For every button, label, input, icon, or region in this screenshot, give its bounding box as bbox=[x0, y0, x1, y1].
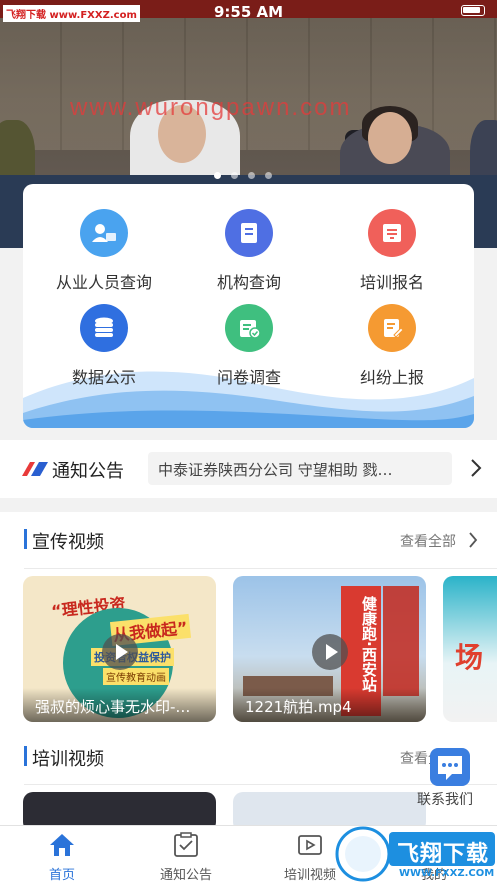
menu-training-signup[interactable]: 培训报名 bbox=[317, 209, 467, 293]
poster-text: 场 bbox=[455, 641, 484, 674]
home-icon bbox=[50, 834, 74, 856]
source-badge: 飞翔下载 www.FXXZ.com bbox=[3, 5, 140, 22]
menu-practitioner-query[interactable]: 从业人员查询 bbox=[29, 209, 179, 293]
building-icon bbox=[225, 209, 273, 257]
video-caption: 1221航拍.mp4 bbox=[233, 688, 426, 722]
notice-bar[interactable]: 通知公告 中泰证券陕西分公司 守望相助 戮… bbox=[0, 440, 497, 498]
fxxz-logo-url: WWW.FXXZ.COM bbox=[399, 868, 495, 879]
checklist-icon bbox=[174, 832, 198, 857]
banner-person-head bbox=[368, 112, 412, 164]
battery-icon bbox=[461, 5, 485, 16]
notice-title: 通知公告 bbox=[52, 461, 124, 482]
corner-site-logo: 飞翔下载 WWW.FXXZ.COM bbox=[333, 822, 497, 883]
carousel-dot[interactable] bbox=[231, 172, 238, 179]
menu-label: 数据公示 bbox=[71, 368, 136, 387]
watermark-text: www.wurongpawn.com bbox=[70, 94, 352, 121]
training-video-section: 培训视频 查看全部 bbox=[0, 728, 497, 832]
poster-text: 宣传教育动画 bbox=[103, 668, 169, 685]
video-icon bbox=[298, 835, 322, 855]
carousel-dot[interactable] bbox=[265, 172, 272, 179]
menu-label: 问卷调查 bbox=[216, 368, 281, 387]
signup-icon bbox=[368, 209, 416, 257]
video-caption: 强叔的烦心事无水印-… bbox=[23, 688, 216, 722]
play-icon[interactable] bbox=[101, 634, 138, 670]
video-card[interactable]: “理性投资 从我做起” 投资者权益保护 宣传教育动画 强叔的烦心事无水印-… bbox=[23, 576, 216, 722]
menu-label: 培训报名 bbox=[359, 273, 424, 292]
tab-notices[interactable]: 通知公告 bbox=[124, 826, 248, 883]
carousel-dot[interactable] bbox=[214, 172, 221, 179]
tab-label: 首页 bbox=[48, 868, 75, 883]
notice-logo-icon bbox=[22, 462, 48, 476]
tab-label: 通知公告 bbox=[159, 868, 212, 883]
menu-label: 从业人员查询 bbox=[55, 273, 152, 292]
poster-text: 健康跑·西安站 bbox=[360, 596, 378, 692]
chevron-right-icon[interactable] bbox=[468, 531, 478, 549]
chat-icon[interactable] bbox=[430, 748, 470, 786]
person-card-icon bbox=[80, 209, 128, 257]
section-accent-bar bbox=[24, 529, 27, 549]
section-divider bbox=[24, 568, 497, 569]
poster-banner-flag bbox=[383, 586, 419, 696]
questionnaire-icon bbox=[225, 304, 273, 352]
contact-us-label[interactable]: 联系我们 bbox=[417, 789, 473, 809]
report-icon bbox=[368, 304, 416, 352]
menu-label: 机构查询 bbox=[216, 273, 281, 292]
section-title: 宣传视频 bbox=[32, 532, 104, 553]
quick-menu-card: 从业人员查询 机构查询 培训报名 数据公示 问卷调查 纠纷上报 bbox=[23, 184, 474, 428]
menu-data-disclosure[interactable]: 数据公示 bbox=[29, 304, 179, 388]
play-icon[interactable] bbox=[311, 634, 348, 670]
carousel-dot[interactable] bbox=[248, 172, 255, 179]
menu-label: 纠纷上报 bbox=[359, 368, 424, 387]
section-accent-bar bbox=[24, 746, 27, 766]
view-all-link[interactable]: 查看全部 bbox=[400, 531, 456, 551]
menu-dispute-report[interactable]: 纠纷上报 bbox=[317, 304, 467, 388]
section-divider bbox=[24, 784, 497, 785]
chevron-right-icon[interactable] bbox=[470, 458, 482, 478]
video-card[interactable]: 场 bbox=[443, 576, 497, 722]
menu-questionnaire[interactable]: 问卷调查 bbox=[174, 304, 324, 388]
section-title: 培训视频 bbox=[32, 749, 104, 770]
notice-message[interactable]: 中泰证券陕西分公司 守望相助 戮… bbox=[148, 452, 452, 485]
tab-home[interactable]: 首页 bbox=[0, 826, 124, 883]
fxxz-logo-text: 飞翔下载 bbox=[397, 842, 490, 867]
video-card[interactable]: 健康跑·西安站 1221航拍.mp4 bbox=[233, 576, 426, 722]
carousel-dots[interactable] bbox=[214, 172, 272, 179]
view-all-label: 查看全部 bbox=[400, 534, 456, 550]
menu-institution-query[interactable]: 机构查询 bbox=[174, 209, 324, 293]
promo-video-section: 宣传视频 查看全部 “理性投资 从我做起” 投资者权益保护 宣传教育动画 强叔的… bbox=[0, 512, 497, 742]
database-icon bbox=[80, 304, 128, 352]
